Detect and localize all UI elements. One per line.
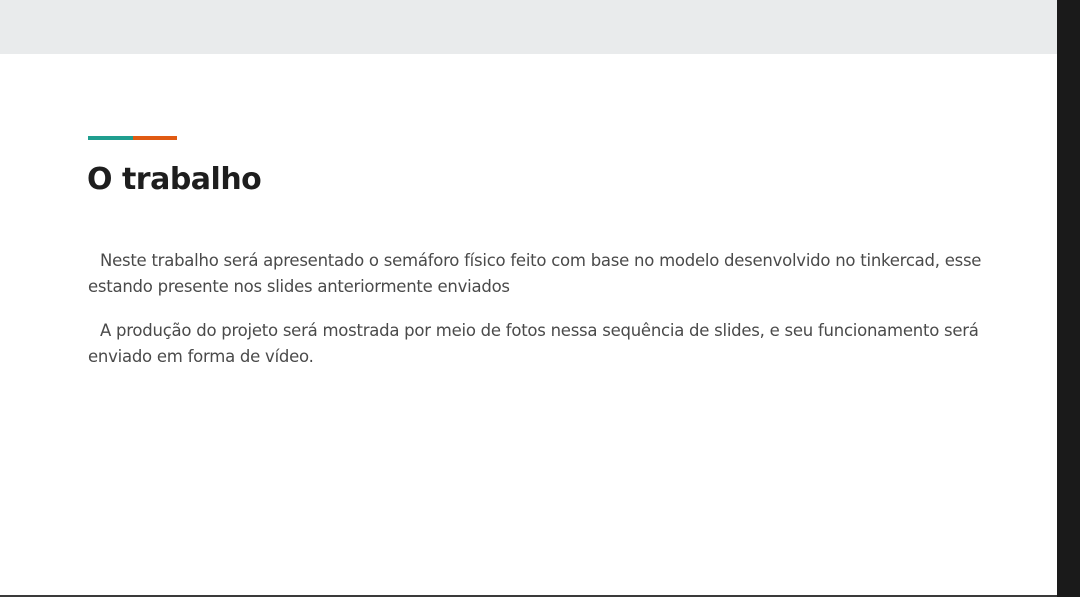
slide-canvas: O trabalho Neste trabalho será apresenta…: [0, 54, 1057, 595]
right-edge-panel: [1057, 0, 1080, 597]
paragraph-intro: Neste trabalho será apresentado o semáfo…: [88, 248, 988, 300]
title-accent-bar: [88, 136, 177, 140]
slide-title: O trabalho: [87, 162, 262, 197]
paragraph-intro-text: Neste trabalho será apresentado o semáfo…: [88, 251, 982, 296]
accent-teal-segment: [88, 136, 133, 140]
accent-orange-segment: [133, 136, 177, 140]
paragraph-production-text: A produção do projeto será mostrada por …: [88, 321, 979, 366]
viewer-top-bar: [0, 0, 1057, 54]
paragraph-production: A produção do projeto será mostrada por …: [88, 318, 988, 370]
